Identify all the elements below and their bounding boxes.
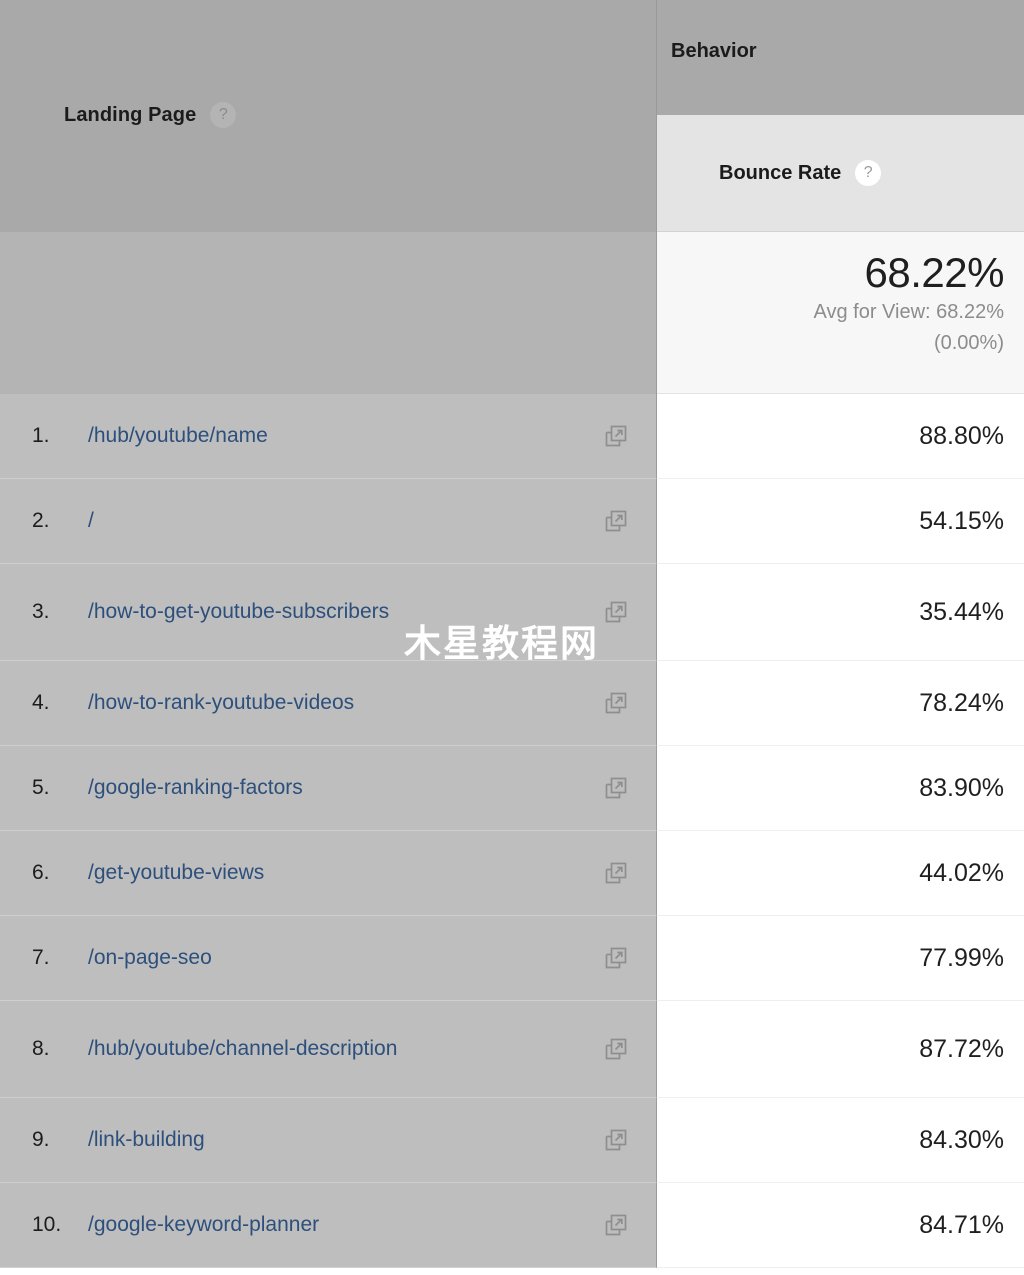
row-dimension-cell: 8./hub/youtube/channel-description [0,1001,657,1098]
row-rank: 4. [32,691,88,715]
row-rank: 6. [32,861,88,885]
table-row: 1./hub/youtube/name88.80% [0,394,1024,479]
summary-bounce-rate-value: 68.22% [657,250,1004,295]
dimension-header-content: Landing Page ? [64,102,236,128]
open-in-new-icon[interactable] [604,600,628,624]
row-bounce-rate-cell: 77.99% [657,916,1024,1001]
question-mark-icon[interactable]: ? [855,160,881,186]
row-rank: 10. [32,1213,88,1237]
open-in-new-icon[interactable] [604,946,628,970]
metric-group-header-label: Behavior [671,40,757,62]
landing-page-link[interactable]: / [88,506,94,536]
table-row: 10./google-keyword-planner84.71% [0,1183,1024,1268]
row-dimension-cell: 5./google-ranking-factors [0,746,657,831]
landing-page-link[interactable]: /hub/youtube/channel-description [88,1034,397,1064]
row-rank: 9. [32,1128,88,1152]
table-row: 5./google-ranking-factors83.90% [0,746,1024,831]
open-in-new-icon[interactable] [604,424,628,448]
question-mark-icon[interactable]: ? [210,102,236,128]
landing-page-link[interactable]: /how-to-rank-youtube-videos [88,688,354,718]
landing-page-link[interactable]: /hub/youtube/name [88,421,268,451]
table-row: 4./how-to-rank-youtube-videos78.24% [0,661,1024,746]
table-row: 6./get-youtube-views44.02% [0,831,1024,916]
open-in-new-icon[interactable] [604,509,628,533]
row-dimension-cell: 4./how-to-rank-youtube-videos [0,661,657,746]
row-dimension-cell: 6./get-youtube-views [0,831,657,916]
summary-avg-for-view: Avg for View: 68.22% [657,299,1004,325]
row-dimension-cell: 9./link-building [0,1098,657,1183]
row-bounce-rate-cell: 78.24% [657,661,1024,746]
open-in-new-icon[interactable] [604,1037,628,1061]
row-dimension-cell: 10./google-keyword-planner [0,1183,657,1268]
row-rank: 3. [32,600,88,624]
landing-page-link[interactable]: /link-building [88,1125,205,1155]
open-in-new-icon[interactable] [604,861,628,885]
row-bounce-rate-cell: 44.02% [657,831,1024,916]
open-in-new-icon[interactable] [604,1213,628,1237]
landing-page-link[interactable]: /google-keyword-planner [88,1210,319,1240]
row-bounce-rate-cell: 87.72% [657,1001,1024,1098]
metric-column-header: Behavior Bounce Rate ? [657,0,1024,232]
table-row: 9./link-building84.30% [0,1098,1024,1183]
summary-delta: (0.00%) [657,330,1004,356]
row-bounce-rate-cell: 83.90% [657,746,1024,831]
landing-page-link[interactable]: /on-page-seo [88,943,212,973]
row-dimension-cell: 7./on-page-seo [0,916,657,1001]
landing-page-link[interactable]: /google-ranking-factors [88,773,303,803]
table-row: 3./how-to-get-youtube-subscribers35.44% [0,564,1024,661]
table-body: 1./hub/youtube/name88.80%2./54.15%3./how… [0,394,1024,1275]
table-row: 8./hub/youtube/channel-description87.72% [0,1001,1024,1098]
table-row: 7./on-page-seo77.99% [0,916,1024,1001]
row-rank: 2. [32,509,88,533]
metric-group-header: Behavior [657,0,1024,115]
row-bounce-rate-cell: 88.80% [657,394,1024,479]
row-dimension-cell: 2./ [0,479,657,564]
landing-page-report-table: Landing Page ? Behavior Bounce Rate ? 68… [0,0,1024,1275]
open-in-new-icon[interactable] [604,776,628,800]
summary-row: 68.22% Avg for View: 68.22% (0.00%) [0,232,1024,394]
row-bounce-rate-cell: 54.15% [657,479,1024,564]
landing-page-link[interactable]: /how-to-get-youtube-subscribers [88,597,389,627]
row-bounce-rate-cell: 35.44% [657,564,1024,661]
bounce-rate-header-label: Bounce Rate [719,162,841,185]
bounce-rate-column-header[interactable]: Bounce Rate ? [657,115,1024,232]
summary-dimension-cell [0,232,657,394]
open-in-new-icon[interactable] [604,1128,628,1152]
row-dimension-cell: 3./how-to-get-youtube-subscribers [0,564,657,661]
row-bounce-rate-cell: 84.30% [657,1098,1024,1183]
dimension-header-label: Landing Page [64,104,196,127]
row-dimension-cell: 1./hub/youtube/name [0,394,657,479]
open-in-new-icon[interactable] [604,691,628,715]
row-bounce-rate-cell: 84.71% [657,1183,1024,1268]
row-rank: 1. [32,424,88,448]
row-rank: 5. [32,776,88,800]
row-rank: 7. [32,946,88,970]
table-row: 2./54.15% [0,479,1024,564]
landing-page-link[interactable]: /get-youtube-views [88,858,264,888]
summary-metric-cell: 68.22% Avg for View: 68.22% (0.00%) [657,232,1024,394]
dimension-column-header[interactable]: Landing Page ? [0,0,657,232]
table-header: Landing Page ? Behavior Bounce Rate ? [0,0,1024,232]
row-rank: 8. [32,1037,88,1061]
